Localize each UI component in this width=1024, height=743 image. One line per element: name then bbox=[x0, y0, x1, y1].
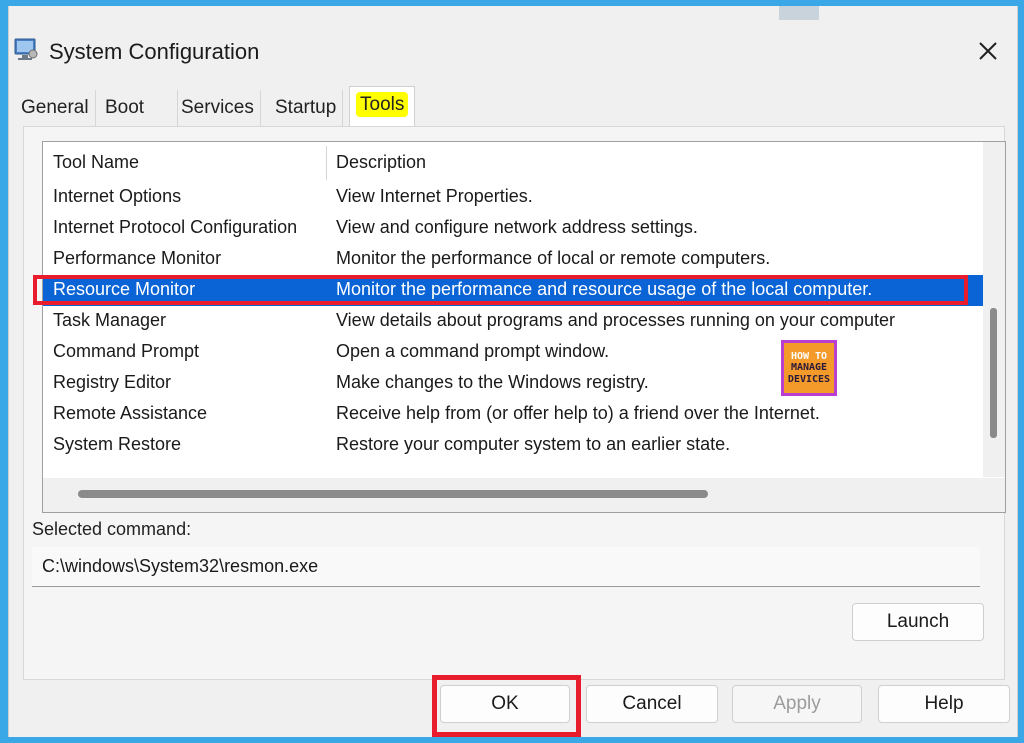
tab-tools-label: Tools bbox=[356, 92, 409, 117]
tools-panel: Tool Name Description Internet Options Vi… bbox=[23, 126, 1006, 680]
tool-name: Internet Protocol Configuration bbox=[53, 217, 298, 237]
logo-line-3: DEVICES bbox=[787, 373, 831, 385]
tab-startup-label: Startup bbox=[275, 97, 337, 118]
how-to-manage-devices-logo: HOW TO MANAGE DEVICES bbox=[781, 340, 837, 396]
apply-button[interactable]: Apply bbox=[732, 685, 862, 723]
tab-boot[interactable]: Boot bbox=[99, 90, 178, 126]
close-button[interactable] bbox=[969, 32, 1007, 70]
list-item[interactable]: Performance Monitor Monitor the performan… bbox=[43, 244, 983, 275]
tool-description: View and configure network address setti… bbox=[336, 217, 698, 237]
tool-description: View details about programs and processe… bbox=[336, 310, 895, 330]
tab-tools[interactable]: Tools bbox=[349, 86, 416, 127]
column-header-description[interactable]: Description bbox=[336, 152, 426, 173]
tool-description: Make changes to the Windows registry. bbox=[336, 372, 649, 392]
vertical-scrollbar[interactable] bbox=[983, 142, 1005, 477]
tools-list[interactable]: Tool Name Description Internet Options Vi… bbox=[42, 141, 1006, 513]
selected-command-label: Selected command: bbox=[32, 519, 192, 539]
tab-general[interactable]: General bbox=[15, 90, 96, 126]
ok-button[interactable]: OK bbox=[440, 685, 570, 723]
selected-command-field[interactable]: C:\windows\System32\resmon.exe bbox=[32, 547, 980, 587]
title-bar[interactable]: System Configuration bbox=[9, 14, 1017, 76]
vertical-scrollbar-thumb[interactable] bbox=[990, 308, 997, 438]
logo-line-1: HOW TO bbox=[790, 350, 828, 362]
list-item[interactable]: Remote Assistance Receive help from (or o… bbox=[43, 399, 983, 430]
tab-services[interactable]: Services bbox=[175, 90, 261, 126]
list-rows: Internet Options View Internet Properties… bbox=[43, 182, 983, 461]
list-item-selected[interactable]: Resource Monitor Monitor the performance … bbox=[43, 275, 983, 306]
column-separator[interactable] bbox=[326, 146, 327, 180]
tool-name: Task Manager bbox=[53, 310, 167, 330]
tool-description: View Internet Properties. bbox=[336, 186, 533, 206]
list-item[interactable]: Internet Options View Internet Properties… bbox=[43, 182, 983, 213]
list-header: Tool Name Description bbox=[43, 142, 983, 184]
list-item[interactable]: Command Prompt Open a command prompt wind… bbox=[43, 337, 983, 368]
tool-name: Registry Editor bbox=[53, 372, 172, 392]
tool-description: Open a command prompt window. bbox=[336, 341, 610, 361]
tool-name: Internet Options bbox=[53, 186, 182, 206]
tool-description: Restore your computer system to an earli… bbox=[336, 434, 731, 454]
logo-line-2: MANAGE bbox=[790, 362, 828, 374]
window-title: System Configuration bbox=[49, 39, 260, 64]
screen-frame-left bbox=[0, 0, 8, 743]
help-button[interactable]: Help bbox=[878, 685, 1010, 723]
tab-boot-label: Boot bbox=[105, 97, 145, 118]
list-item[interactable]: Internet Protocol Configuration View and … bbox=[43, 213, 983, 244]
list-item[interactable]: Registry Editor Make changes to the Windo… bbox=[43, 368, 983, 399]
tool-name: Remote Assistance bbox=[53, 403, 208, 423]
tool-name: Resource Monitor bbox=[53, 279, 196, 299]
system-configuration-app-icon bbox=[14, 38, 38, 60]
tool-description: Monitor the performance of local or remo… bbox=[336, 248, 771, 268]
tool-name: Performance Monitor bbox=[53, 248, 222, 268]
tool-description: Monitor the performance and resource usa… bbox=[336, 279, 873, 299]
column-header-tool-name[interactable]: Tool Name bbox=[53, 152, 139, 173]
cancel-button[interactable]: Cancel bbox=[586, 685, 718, 723]
screen-frame-bottom bbox=[0, 737, 1024, 743]
close-icon bbox=[979, 42, 997, 60]
system-configuration-window: System Configuration General Boot Servic… bbox=[8, 6, 1018, 737]
scrollbar-corner bbox=[983, 478, 1005, 512]
tool-description: Receive help from (or offer help to) a f… bbox=[336, 403, 820, 423]
tab-general-label: General bbox=[21, 97, 89, 118]
launch-button[interactable]: Launch bbox=[852, 603, 984, 641]
tab-services-label: Services bbox=[181, 97, 254, 118]
horizontal-scrollbar[interactable] bbox=[43, 478, 983, 512]
tool-name: System Restore bbox=[53, 434, 182, 454]
horizontal-scrollbar-thumb[interactable] bbox=[78, 490, 708, 498]
tab-startup[interactable]: Startup bbox=[269, 90, 344, 126]
list-item[interactable]: Task Manager View details about programs … bbox=[43, 306, 983, 337]
list-item[interactable]: System Restore Restore your computer syst… bbox=[43, 430, 983, 461]
tool-name: Command Prompt bbox=[53, 341, 200, 361]
